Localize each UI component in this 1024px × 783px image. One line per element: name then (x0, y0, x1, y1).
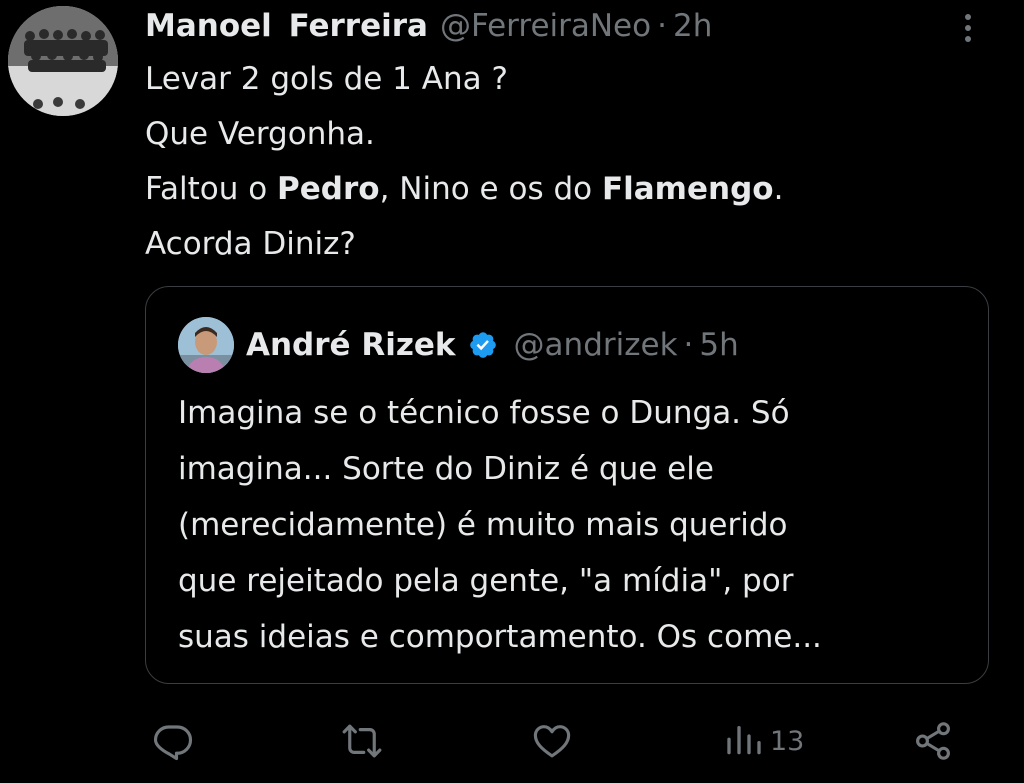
more-options-button[interactable] (955, 10, 983, 46)
quoted-tweet-text: Imagina se o técnico fosse o Dunga. Só i… (178, 385, 978, 665)
tweet-text-segment: , Nino e os do (379, 171, 602, 207)
author-name[interactable]: Manoel Ferreira (145, 8, 428, 44)
quoted-tweet-time[interactable]: 5h (699, 327, 738, 363)
tweet-line: Que Vergonha. (145, 107, 783, 162)
like-button[interactable] (530, 718, 574, 764)
tweet-text-segment: Faltou o (145, 171, 278, 207)
bold-word-pedro: Pedro (277, 171, 380, 207)
quoted-tweet-line: que rejeitado pela gente, "a mídia", por (178, 563, 794, 599)
author-avatar[interactable] (8, 6, 118, 116)
quoted-tweet-line: suas ideias e comportamento. Os come... (178, 619, 822, 655)
share-icon (916, 722, 950, 760)
tweet-text: Levar 2 gols de 1 Ana ? Que Vergonha. Fa… (145, 52, 783, 272)
tweet-action-bar: 13 (0, 718, 1024, 764)
tweet-line: Levar 2 gols de 1 Ana ? (145, 52, 783, 107)
quoted-header-separator: · (683, 327, 694, 363)
quoted-tweet-line: Imagina se o técnico fosse o Dunga. Só (178, 395, 790, 431)
share-button[interactable] (912, 718, 954, 764)
quoted-avatar-image (178, 317, 234, 373)
like-icon (533, 725, 571, 758)
quoted-tweet-card[interactable]: André Rizek @andrizek · 5h Imagina se o … (145, 286, 989, 684)
tweet-line: Acorda Diniz? (145, 217, 783, 272)
tweet-text-segment: . (773, 171, 784, 207)
more-dot-icon (965, 14, 971, 20)
avatar-image (8, 6, 118, 116)
tweet-line: Faltou o Pedro, Nino e os do Flamengo. (145, 162, 783, 217)
quoted-tweet-header: André Rizek @andrizek · 5h (178, 317, 739, 373)
header-separator: · (657, 8, 667, 44)
views-count: 13 (770, 725, 805, 757)
tweet-text-segment: Acorda Diniz? (145, 226, 356, 262)
author-handle[interactable]: @FerreiraNeo (440, 8, 651, 44)
views-icon (727, 726, 761, 755)
reply-icon (153, 725, 193, 761)
reply-button[interactable] (152, 718, 194, 764)
quoted-tweet-line: imagina... Sorte do Diniz é que ele (178, 451, 714, 487)
tweet-time[interactable]: 2h (673, 8, 712, 44)
quoted-author-name[interactable]: André Rizek (246, 327, 456, 363)
verified-badge-icon (469, 332, 496, 358)
retweet-button[interactable] (340, 718, 384, 764)
tweet-text-segment: Levar 2 gols de 1 Ana ? (145, 61, 508, 97)
quoted-author-avatar[interactable] (178, 317, 234, 373)
more-dot-icon (965, 25, 971, 31)
quoted-tweet-line: (merecidamente) é muito mais querido (178, 507, 788, 543)
retweet-icon (342, 724, 382, 758)
bold-word-flamengo: Flamengo (601, 171, 774, 207)
tweet-header: Manoel Ferreira @FerreiraNeo · 2h (145, 4, 712, 48)
quoted-author-handle[interactable]: @andrizek (514, 327, 678, 363)
tweet-text-segment: Que Vergonha. (145, 116, 375, 152)
views-button[interactable]: 13 (724, 718, 804, 764)
more-dot-icon (965, 36, 971, 42)
